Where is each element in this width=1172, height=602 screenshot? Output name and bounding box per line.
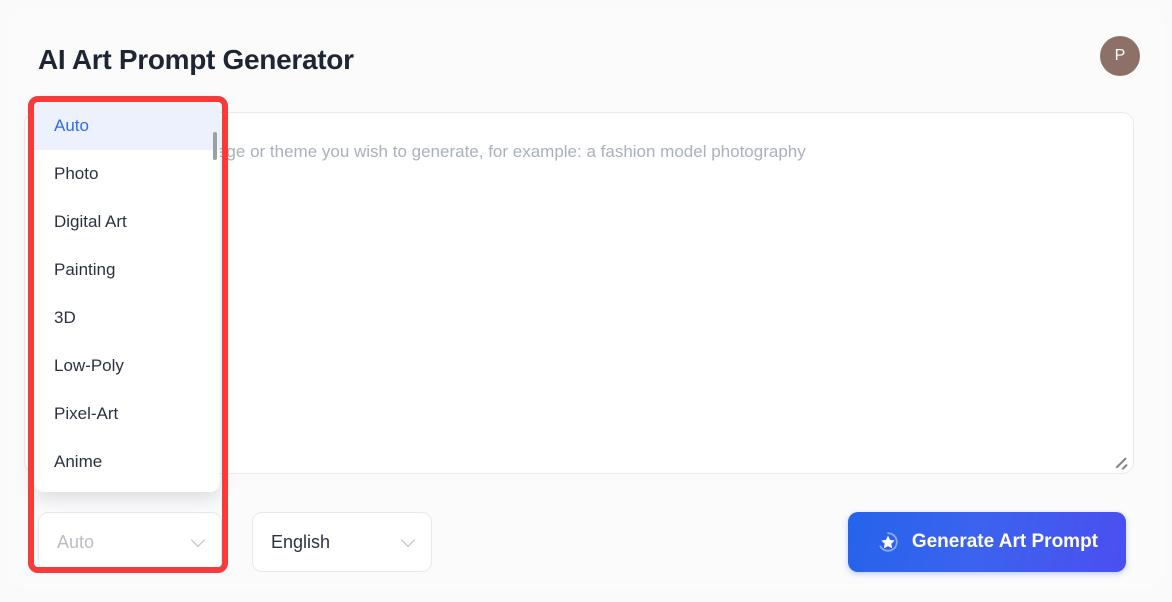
page-title: AI Art Prompt Generator	[38, 44, 354, 75]
generate-button-label: Generate Art Prompt	[911, 531, 1098, 552]
chevron-down-icon	[191, 534, 207, 550]
dropdown-item-pixel-art[interactable]: Pixel-Art	[34, 390, 220, 438]
style-select-value: Auto	[57, 531, 95, 552]
language-select-value: English	[271, 531, 331, 552]
dropdown-item-label: 3D	[54, 308, 76, 327]
style-dropdown-menu[interactable]: Auto Photo Digital Art Painting 3D Low-P…	[34, 102, 220, 492]
style-select[interactable]: Auto	[38, 512, 222, 572]
dropdown-item-photo[interactable]: Photo	[34, 150, 220, 198]
dropdown-item-label: Painting	[54, 260, 116, 279]
dropdown-item-painting[interactable]: Painting	[34, 246, 220, 294]
dropdown-item-label: Auto	[54, 116, 89, 135]
dropdown-item-auto[interactable]: Auto	[34, 102, 220, 150]
controls-bar: Auto English Generate Art Prompt	[24, 508, 1134, 576]
dropdown-item-anime[interactable]: Anime	[34, 438, 220, 486]
dropdown-item-digital-art[interactable]: Digital Art	[34, 198, 220, 246]
resize-grip-icon[interactable]	[1113, 453, 1129, 470]
generate-art-prompt-button[interactable]: Generate Art Prompt	[847, 512, 1126, 572]
dropdown-item-label: Photo	[54, 164, 99, 183]
chevron-down-icon	[401, 534, 417, 550]
dropdown-scrollbar[interactable]	[213, 132, 217, 160]
dropdown-item-label: Low-Poly	[54, 356, 124, 375]
language-select[interactable]: English	[252, 512, 432, 572]
style-dropdown-list: Auto Photo Digital Art Painting 3D Low-P…	[34, 102, 220, 492]
avatar[interactable]: P	[1100, 36, 1140, 76]
dropdown-item-label: Digital Art	[54, 212, 127, 231]
dropdown-item-3d[interactable]: 3D	[34, 294, 220, 342]
magic-star-icon	[879, 532, 898, 552]
dropdown-item-label: Anime	[54, 452, 103, 471]
app-header: AI Art Prompt Generator P	[8, 8, 1164, 96]
dropdown-item-low-poly[interactable]: Low-Poly	[34, 342, 220, 390]
dropdown-item-label: Pixel-Art	[54, 404, 119, 423]
